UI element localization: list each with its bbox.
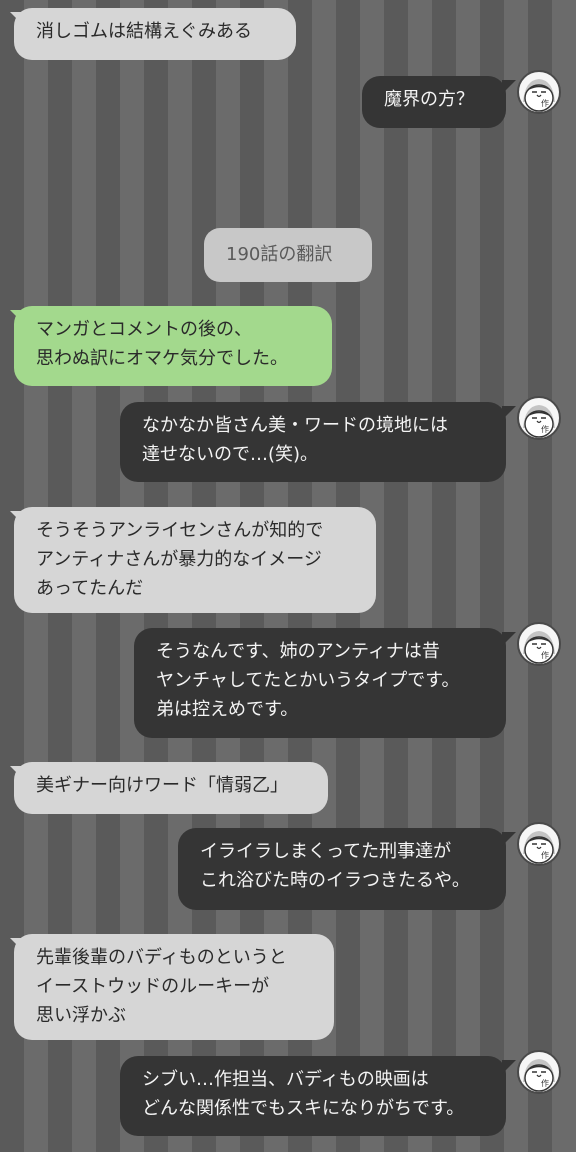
chat-bubble-sent: イライラしまくってた刑事達が これ浴びた時のイラつきたるや。	[178, 828, 506, 910]
bubble-tail	[502, 1060, 516, 1074]
author-avatar: 作	[517, 622, 561, 666]
svg-text:作: 作	[541, 98, 549, 108]
svg-text:作: 作	[541, 850, 549, 860]
chat-bubble-received: 美ギナー向けワード「情弱乙」	[14, 762, 328, 814]
author-avatar: 作	[517, 396, 561, 440]
bubble-tail	[502, 80, 516, 94]
author-face-icon: 作	[523, 1059, 555, 1092]
chapter-divider-label: 190話の翻訳	[204, 228, 372, 282]
chat-bubble-received: マンガとコメントの後の、 思わぬ訳にオマケ気分でした。	[14, 306, 332, 386]
chat-bubble-sent: シブい…作担当、バディもの映画は どんな関係性でもスキになりがちです。	[120, 1056, 506, 1136]
svg-text:作: 作	[541, 650, 549, 660]
bubble-tail	[502, 406, 516, 420]
chat-bubble-received: 消しゴムは結構えぐみある	[14, 8, 296, 60]
chat-bubble-sent: そうなんです、姉のアンティナは昔 ヤンチャしてたとかいうタイプです。 弟は控えめ…	[134, 628, 506, 738]
svg-text:作: 作	[541, 1078, 549, 1088]
chat-bubble-received: 先輩後輩のバディものというと イーストウッドのルーキーが 思い浮かぶ	[14, 934, 334, 1040]
author-avatar: 作	[517, 70, 561, 114]
svg-text:作: 作	[541, 424, 549, 434]
bubble-tail	[502, 632, 516, 646]
author-avatar: 作	[517, 822, 561, 866]
chat-log: 消しゴムは結構えぐみある 魔界の方？ 作 190話の翻訳 マンガとコメントの後の…	[0, 0, 576, 1152]
author-avatar: 作	[517, 1050, 561, 1094]
author-face-icon: 作	[523, 631, 555, 664]
author-face-icon: 作	[523, 405, 555, 438]
chat-bubble-sent: なかなか皆さん美・ワードの境地には 達せないので…(笑)。	[120, 402, 506, 482]
author-face-icon: 作	[523, 79, 555, 112]
author-face-icon: 作	[523, 831, 555, 864]
bubble-tail	[502, 832, 516, 846]
chat-bubble-sent: 魔界の方？	[362, 76, 506, 128]
chat-bubble-received: そうそうアンライセンさんが知的で アンティナさんが暴力的なイメージ あってたんだ	[14, 507, 376, 613]
